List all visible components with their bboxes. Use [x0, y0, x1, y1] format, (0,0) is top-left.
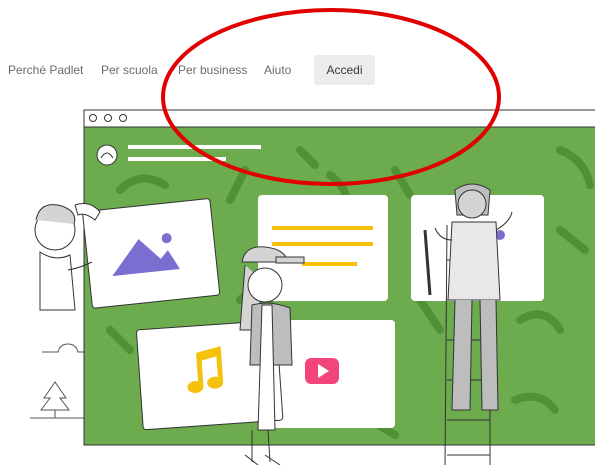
tree-icon: [30, 381, 84, 419]
login-button[interactable]: Accedi: [314, 55, 375, 85]
hero-illustration: [30, 109, 595, 465]
nav-link-for-school[interactable]: Per scuola: [101, 63, 158, 77]
nav-link-why-padlet[interactable]: Perché Padlet: [8, 63, 83, 77]
window-dot: [104, 114, 112, 122]
board-avatar: [96, 144, 118, 166]
nav-link-help[interactable]: Aiuto: [264, 63, 291, 77]
nav-link-for-business[interactable]: Per business: [178, 63, 247, 77]
window-dot: [89, 114, 97, 122]
window-dot: [119, 114, 127, 122]
cloud-icon: [42, 343, 84, 353]
image-card: [82, 198, 221, 309]
